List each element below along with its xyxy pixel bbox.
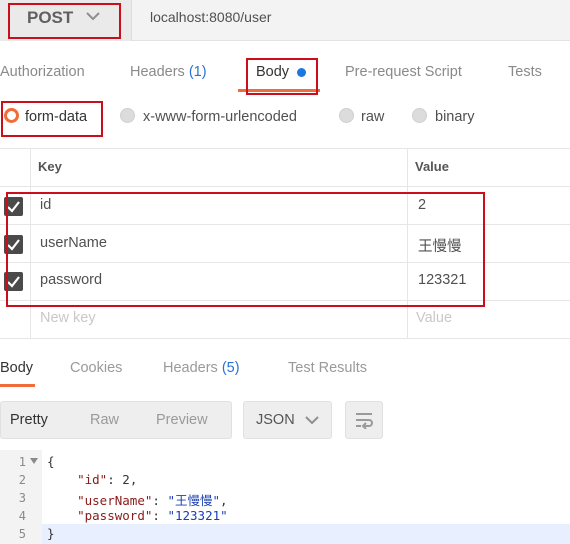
code-line: "password": "123321" (77, 508, 228, 523)
annotation-box-form-data (1, 101, 103, 137)
tab-headers-label: Headers (130, 64, 185, 80)
table-divider (0, 148, 570, 149)
radio-raw[interactable] (339, 108, 354, 123)
response-headers-count: (5) (221, 360, 240, 376)
line-number: 3 (18, 491, 26, 505)
column-header-value: Value (415, 159, 449, 174)
tab-authorization[interactable]: Authorization (0, 64, 85, 80)
label-urlencoded[interactable]: x-www-form-urlencoded (143, 109, 297, 125)
radio-urlencoded[interactable] (120, 108, 135, 123)
wrap-lines-button[interactable] (345, 401, 383, 439)
new-key-input[interactable]: New key (40, 310, 96, 326)
tab-tests[interactable]: Tests (508, 64, 542, 80)
line-number: 1 (18, 455, 26, 469)
line-number: 4 (18, 509, 26, 523)
radio-binary[interactable] (412, 108, 427, 123)
label-raw[interactable]: raw (361, 109, 384, 125)
new-value-input[interactable]: Value (416, 310, 452, 326)
line-number: 2 (18, 473, 26, 487)
line-number: 5 (18, 527, 26, 541)
response-tab-headers[interactable]: Headers (5) (163, 360, 240, 376)
json-number: 2 (122, 472, 130, 487)
json-brace: { (47, 454, 55, 469)
url-input[interactable]: localhost:8080/user (150, 9, 271, 25)
annotation-box-method (8, 3, 121, 39)
fold-arrow-icon[interactable] (30, 458, 38, 464)
chevron-down-icon (305, 416, 319, 425)
response-tab-cookies[interactable]: Cookies (70, 360, 122, 376)
tab-prerequest-script[interactable]: Pre-request Script (345, 64, 462, 80)
json-key: "userName" (77, 493, 153, 508)
response-tab-body[interactable]: Body (0, 360, 33, 376)
json-string: "123321" (167, 508, 228, 523)
annotation-box-body-tab (246, 58, 318, 95)
label-binary[interactable]: binary (435, 109, 475, 125)
view-pretty-button[interactable]: Pretty (10, 412, 48, 428)
annotation-box-params (6, 192, 485, 307)
json-string: "王慢慢" (167, 493, 220, 508)
code-line: } (47, 526, 55, 541)
json-brace: } (47, 526, 55, 541)
json-key: "password" (77, 508, 153, 523)
headers-count: (1) (188, 64, 207, 80)
view-preview-button[interactable]: Preview (156, 412, 208, 428)
json-key: "id" (77, 472, 108, 487)
code-line: { (47, 454, 55, 469)
format-label: JSON (256, 412, 295, 428)
active-line-highlight (42, 524, 570, 544)
column-header-key: Key (38, 159, 62, 174)
tab-headers[interactable]: Headers (1) (130, 64, 207, 80)
table-divider (0, 338, 570, 339)
table-divider (0, 186, 570, 187)
code-line: "userName": "王慢慢", (77, 493, 228, 508)
active-tab-underline (0, 384, 35, 387)
response-tab-test-results[interactable]: Test Results (288, 360, 367, 376)
code-line: "id": 2, (77, 472, 138, 487)
response-tab-headers-label: Headers (163, 360, 218, 376)
wrap-lines-icon (356, 413, 373, 429)
view-raw-button[interactable]: Raw (90, 412, 119, 428)
